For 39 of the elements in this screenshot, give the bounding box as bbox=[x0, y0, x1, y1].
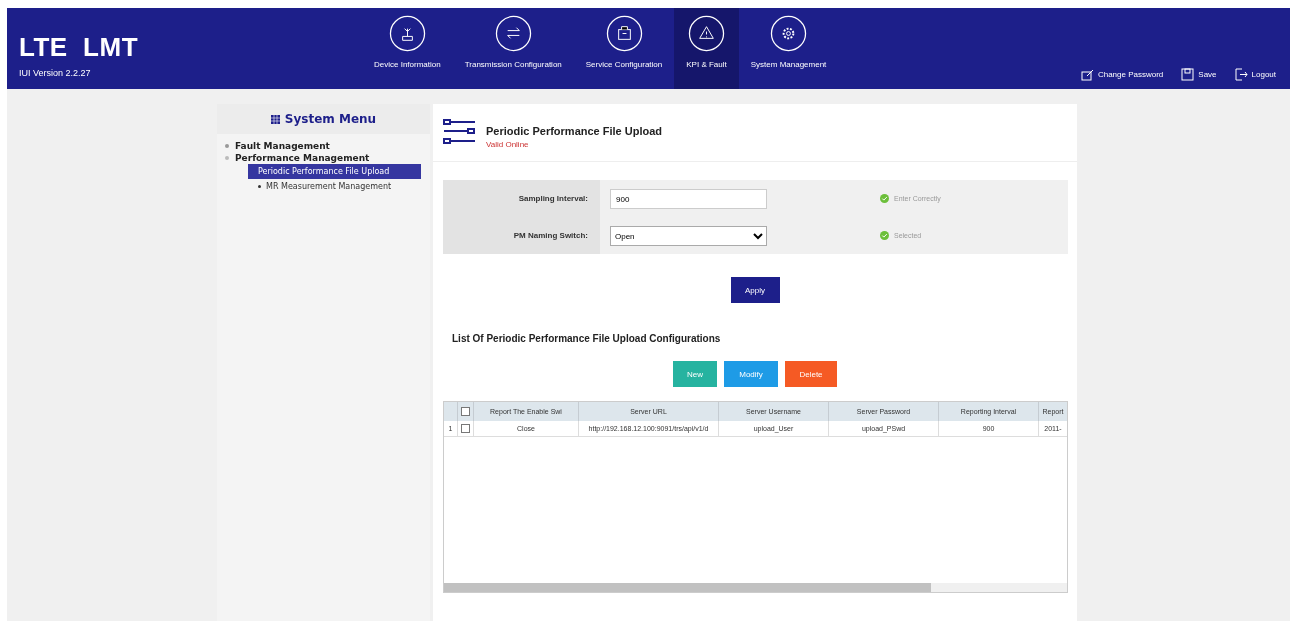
grid-icon bbox=[270, 114, 280, 124]
checkbox[interactable] bbox=[461, 424, 470, 433]
tree-item[interactable]: Periodic Performance File Upload bbox=[248, 164, 421, 179]
dropdown[interactable]: Open bbox=[610, 226, 767, 247]
input-field[interactable]: 900 bbox=[610, 189, 767, 210]
save-icon bbox=[1181, 68, 1195, 81]
header-link[interactable]: Logout bbox=[1234, 68, 1276, 81]
password-icon bbox=[1080, 68, 1094, 81]
check-icon bbox=[880, 231, 889, 240]
warning-icon bbox=[688, 15, 725, 52]
checkbox[interactable] bbox=[461, 407, 470, 416]
sliders-icon bbox=[443, 118, 476, 146]
app-title: LTE LMT bbox=[19, 32, 140, 63]
page-title: Periodic Performance File Upload bbox=[486, 125, 663, 137]
header-link[interactable]: Save bbox=[1181, 68, 1217, 81]
nav-tab[interactable]: System Management bbox=[738, 8, 839, 89]
tree-item[interactable]: MR Measurement Management bbox=[248, 179, 421, 194]
logout-icon bbox=[1234, 68, 1248, 81]
field-label: Sampling Interval: bbox=[443, 180, 600, 217]
transfer-icon bbox=[494, 15, 532, 52]
status-text: Valid Online bbox=[486, 140, 530, 149]
nav-tab[interactable]: KPI & Fault bbox=[674, 8, 739, 89]
gear-icon bbox=[770, 15, 808, 52]
field-label: PM Naming Switch: bbox=[443, 217, 600, 254]
section-title: List Of Periodic Performance File Upload Configurations bbox=[452, 333, 722, 344]
apply-button[interactable]: Apply bbox=[730, 277, 780, 303]
version-text: IUI Version 2.2.27 bbox=[19, 68, 92, 78]
device-icon bbox=[388, 15, 426, 52]
tree-node[interactable]: Fault Management bbox=[225, 140, 430, 152]
nav-tab[interactable]: Device Information bbox=[362, 8, 453, 89]
check-icon bbox=[880, 194, 889, 203]
nav-tab[interactable]: Service Configuration bbox=[573, 8, 675, 89]
bullet-icon bbox=[258, 185, 261, 188]
tree-node[interactable]: Performance Management bbox=[225, 152, 430, 164]
header-link[interactable]: Change Password bbox=[1080, 68, 1164, 81]
scrollbar[interactable] bbox=[444, 583, 1067, 592]
nav-tab[interactable]: Transmission Configuration bbox=[452, 8, 574, 89]
sidebar-title: System Menu bbox=[217, 104, 430, 134]
service-icon bbox=[605, 15, 643, 52]
